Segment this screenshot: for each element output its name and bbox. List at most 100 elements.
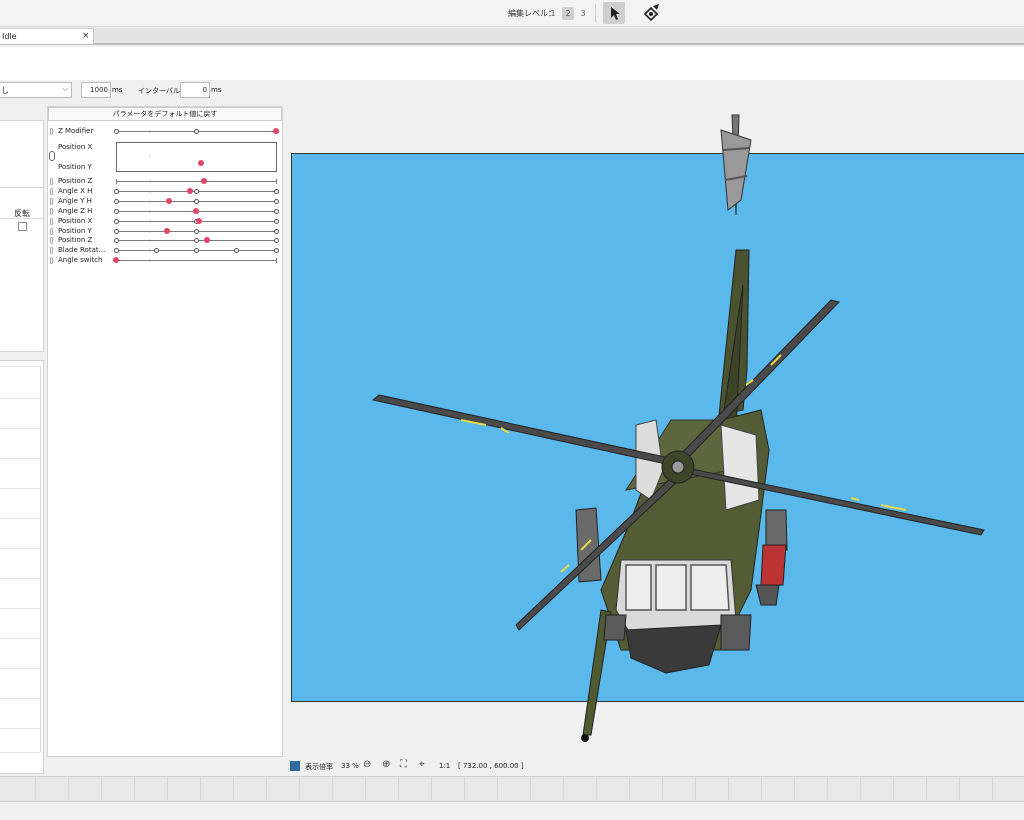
parameter-name: Angle switch xyxy=(58,256,103,264)
keyform-point[interactable] xyxy=(274,229,279,234)
keyform-toggle-icon[interactable] xyxy=(50,257,53,264)
parameter-name: Blade Rotat... xyxy=(58,246,106,254)
parameter-name: Angle Z H xyxy=(58,207,93,215)
invert-checkbox[interactable] xyxy=(18,222,27,231)
keyform-point[interactable] xyxy=(114,189,119,194)
keyform-point[interactable] xyxy=(274,248,279,253)
timeline-tick xyxy=(695,777,696,800)
edit-level-1-button[interactable]: 1 xyxy=(547,7,559,20)
duration-unit: ms xyxy=(112,86,123,94)
timeline-tick xyxy=(431,777,432,800)
timeline-tick xyxy=(35,777,36,800)
timeline-tick xyxy=(662,777,663,800)
keyform-point[interactable] xyxy=(114,129,119,134)
timeline-tick xyxy=(398,777,399,800)
keyform-point[interactable] xyxy=(114,238,119,243)
keyform-point[interactable] xyxy=(274,219,279,224)
grid-line xyxy=(0,638,40,639)
keyform-point[interactable] xyxy=(234,248,239,253)
animation-select[interactable]: し ⌵ xyxy=(0,82,72,98)
keyform-toggle-icon[interactable] xyxy=(50,218,53,225)
timeline-tick xyxy=(332,777,333,800)
parameter-current-value[interactable] xyxy=(193,208,199,214)
keyform-point[interactable] xyxy=(274,238,279,243)
keyform-point[interactable] xyxy=(194,199,199,204)
deformer-tool-button[interactable] xyxy=(640,2,662,24)
timeline-track[interactable] xyxy=(0,776,1024,801)
link-icon[interactable] xyxy=(49,151,55,161)
keyform-toggle-icon[interactable] xyxy=(50,198,53,205)
grid-line xyxy=(0,518,40,519)
tab-idle[interactable]: Idle × xyxy=(0,28,94,44)
parameter-slider[interactable] xyxy=(116,260,276,261)
keyform-point[interactable] xyxy=(114,248,119,253)
fit-to-window-icon[interactable]: ⛶ xyxy=(400,759,407,770)
parameter-current-value[interactable] xyxy=(164,228,171,234)
keyform-point[interactable] xyxy=(274,209,279,214)
interval-input[interactable]: 0 xyxy=(180,82,210,98)
keyform-point[interactable] xyxy=(194,238,199,243)
timeline-tick xyxy=(299,777,300,800)
keyform-point[interactable] xyxy=(114,229,119,234)
zoom-value: 33 % xyxy=(341,762,359,770)
keyform-toggle-icon[interactable] xyxy=(50,228,53,235)
parameter-name: Position X xyxy=(58,217,93,225)
parameter-row[interactable]: Position X: xyxy=(48,217,282,226)
keyform-point[interactable] xyxy=(274,189,279,194)
parameter-current-value[interactable] xyxy=(165,198,172,204)
grid-line xyxy=(0,428,40,429)
keyform-toggle-icon[interactable] xyxy=(50,247,53,254)
tab-close-icon[interactable]: × xyxy=(82,31,90,41)
zoom-in-icon[interactable]: ⊕ xyxy=(382,759,390,770)
zoom-out-icon[interactable]: ⊖ xyxy=(363,759,371,770)
parameter-current-value[interactable] xyxy=(273,128,279,134)
parameter-current-value[interactable] xyxy=(186,188,193,194)
actual-size-button[interactable]: 1:1 xyxy=(439,762,450,770)
timeline-tick xyxy=(926,777,927,800)
select-tool-button[interactable] xyxy=(603,2,625,24)
parameter-slider[interactable] xyxy=(116,181,276,182)
keyform-point[interactable] xyxy=(194,229,199,234)
keyform-point[interactable] xyxy=(194,189,199,194)
center-view-icon[interactable]: ⌖ xyxy=(419,759,425,770)
parameter-current-value[interactable] xyxy=(196,218,203,224)
parameter-row[interactable]: Position Y: xyxy=(48,227,282,236)
timeline-tick xyxy=(497,777,498,800)
grid-line xyxy=(0,398,40,399)
keyform-point[interactable] xyxy=(114,199,119,204)
keyform-toggle-icon[interactable] xyxy=(50,128,53,135)
parameter-name: Position Z xyxy=(58,177,93,185)
parameter-row[interactable]: Blade Rotat...: xyxy=(48,246,282,255)
parameter-current-value[interactable] xyxy=(204,237,211,243)
duration-input[interactable]: 1000 xyxy=(81,82,111,98)
keyform-toggle-icon[interactable] xyxy=(50,178,53,185)
grid-line xyxy=(0,458,40,459)
slider-end-tick xyxy=(276,179,277,184)
timeline-header-area xyxy=(0,47,1024,80)
parameter-row[interactable]: Position Z: xyxy=(48,236,282,245)
keyform-point[interactable] xyxy=(114,219,119,224)
parameter-row[interactable]: Angle Y H: xyxy=(48,197,282,206)
parameter-row[interactable]: Angle switch: xyxy=(48,256,282,265)
keyform-toggle-icon[interactable] xyxy=(50,188,53,195)
parameter-current-value[interactable] xyxy=(113,257,119,263)
parameter-row[interactable]: Angle X H: xyxy=(48,187,282,196)
keyform-toggle-icon[interactable] xyxy=(50,237,53,244)
keyform-toggle-icon[interactable] xyxy=(50,208,53,215)
parameter-row[interactable]: Position Z: xyxy=(48,177,282,186)
edit-level-2-button[interactable]: 2 xyxy=(562,7,574,20)
grid-line xyxy=(0,728,40,729)
edit-level-3-button[interactable]: 3 xyxy=(577,7,589,20)
keyform-point[interactable] xyxy=(114,209,119,214)
keyform-point[interactable] xyxy=(194,129,199,134)
parameter-row[interactable]: Angle Z H: xyxy=(48,207,282,216)
keyform-point[interactable] xyxy=(274,199,279,204)
keyform-point[interactable] xyxy=(154,248,159,253)
keyform-point[interactable] xyxy=(194,248,199,253)
parameter-name: Angle X H xyxy=(58,187,93,195)
helicopter-model[interactable] xyxy=(291,110,1024,750)
timeline-tick xyxy=(992,777,993,800)
parameter-current-value[interactable] xyxy=(201,178,207,184)
parameter-row[interactable]: Z Modifier: xyxy=(48,127,282,136)
reset-parameters-button[interactable]: パラメータをデフォルト値に戻す xyxy=(48,107,282,121)
